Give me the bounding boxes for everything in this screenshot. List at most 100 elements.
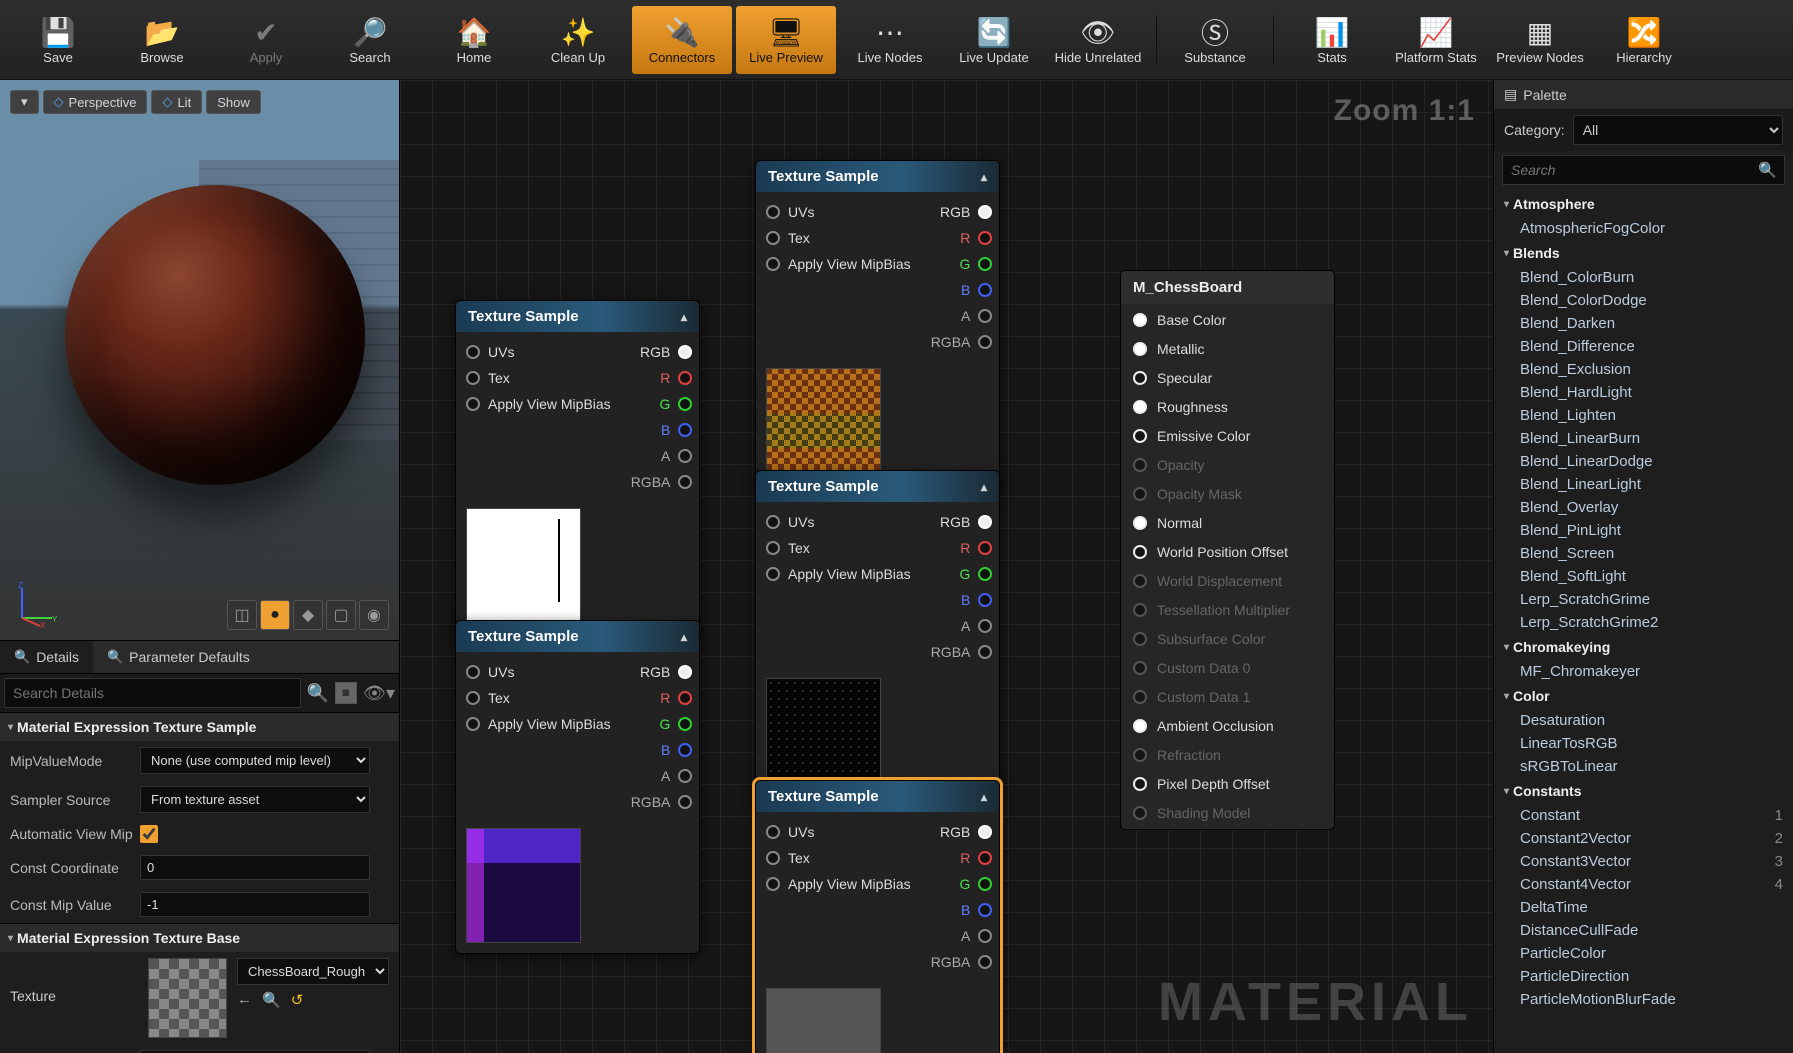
input-const-mip[interactable] (140, 892, 370, 917)
vp-mode-1[interactable]: ◫ (227, 600, 257, 630)
pin-out-a[interactable]: A (661, 448, 692, 464)
select-mipmode[interactable]: None (use computed mip level) (140, 747, 370, 774)
toolbar-live-nodes[interactable]: ⋯Live Nodes (840, 6, 940, 74)
palette-item[interactable]: Blend_LinearLight (1494, 473, 1793, 496)
pin-in-uvs[interactable]: UVs (766, 824, 814, 840)
mat-pin-base-color[interactable]: Base Color (1133, 312, 1322, 328)
vp-mode-5[interactable]: ◉ (359, 600, 389, 630)
pin-out-b[interactable]: B (961, 902, 992, 918)
texture-sample-node[interactable]: Texture Sample▴ UVsTexApply View MipBias… (455, 620, 700, 954)
toolbar-hide-unrelated[interactable]: 👁Hide Unrelated (1048, 6, 1148, 74)
palette-item[interactable]: DistanceCullFade (1494, 919, 1793, 942)
pin-in-apply-view-mipbias[interactable]: Apply View MipBias (466, 716, 611, 732)
pin-in-uvs[interactable]: UVs (766, 514, 814, 530)
category-tex-base[interactable]: ▾Material Expression Texture Base (0, 923, 399, 952)
mat-pin-ambient-occlusion[interactable]: Ambient Occlusion (1133, 718, 1322, 734)
toolbar-clean-up[interactable]: ✨Clean Up (528, 6, 628, 74)
mat-pin-world-position-offset[interactable]: World Position Offset (1133, 544, 1322, 560)
pin-in-tex[interactable]: Tex (766, 850, 810, 866)
toolbar-live-update[interactable]: 🔄Live Update (944, 6, 1044, 74)
pin-out-r[interactable]: R (660, 370, 692, 386)
vp-chip-show[interactable]: Show (206, 90, 261, 114)
mat-pin-specular[interactable]: Specular (1133, 370, 1322, 386)
palette-cat-chromakeying[interactable]: ▾Chromakeying (1494, 634, 1793, 660)
pin-out-rgb[interactable]: RGB (940, 514, 992, 530)
pin-in-apply-view-mipbias[interactable]: Apply View MipBias (466, 396, 611, 412)
toolbar-stats[interactable]: 📊Stats (1282, 6, 1382, 74)
palette-item[interactable]: Blend_LinearDodge (1494, 450, 1793, 473)
mat-pin-shading-model[interactable]: Shading Model (1133, 805, 1322, 821)
use-asset-icon[interactable]: ← (237, 991, 252, 1009)
palette-item[interactable]: sRGBToLinear (1494, 755, 1793, 778)
toolbar-substance[interactable]: ⓈSubstance (1165, 6, 1265, 74)
pin-out-b[interactable]: B (961, 282, 992, 298)
palette-category-select[interactable]: All (1573, 115, 1783, 145)
toolbar-live-preview[interactable]: 🖥Live Preview (736, 6, 836, 74)
palette-item[interactable]: Constant4Vector4 (1494, 873, 1793, 896)
pin-out-a[interactable]: A (961, 308, 992, 324)
pin-in-uvs[interactable]: UVs (466, 344, 514, 360)
input-const-coord[interactable] (140, 855, 370, 880)
pin-out-b[interactable]: B (961, 592, 992, 608)
palette-tab[interactable]: ▤Palette (1494, 80, 1793, 109)
palette-list[interactable]: ▾AtmosphereAtmosphericFogColor▾BlendsBle… (1494, 189, 1793, 1053)
pin-out-a[interactable]: A (961, 618, 992, 634)
palette-item[interactable]: MF_Chromakeyer (1494, 660, 1793, 683)
pin-out-rgb[interactable]: RGB (940, 204, 992, 220)
vp-chip-▾[interactable]: ▾ (10, 90, 39, 114)
preview-viewport[interactable]: ▾◇Perspective◇LitShow ZYX ◫ ● ◆ ▢ ◉ (0, 80, 399, 640)
palette-item[interactable]: Blend_Lighten (1494, 404, 1793, 427)
collapse-icon[interactable]: ▴ (981, 480, 987, 494)
palette-item[interactable]: Blend_Overlay (1494, 496, 1793, 519)
pin-in-apply-view-mipbias[interactable]: Apply View MipBias (766, 566, 911, 582)
mat-pin-world-displacement[interactable]: World Displacement (1133, 573, 1322, 589)
palette-cat-color[interactable]: ▾Color (1494, 683, 1793, 709)
texture-sample-node[interactable]: Texture Sample▴ UVsTexApply View MipBias… (755, 470, 1000, 804)
pin-out-rgb[interactable]: RGB (640, 664, 692, 680)
pin-out-g[interactable]: G (659, 716, 692, 732)
pin-out-r[interactable]: R (960, 540, 992, 556)
pin-out-b[interactable]: B (661, 742, 692, 758)
pin-out-r[interactable]: R (660, 690, 692, 706)
mat-pin-opacity-mask[interactable]: Opacity Mask (1133, 486, 1322, 502)
details-search[interactable] (4, 678, 301, 708)
palette-item[interactable]: Blend_LinearBurn (1494, 427, 1793, 450)
collapse-icon[interactable]: ▴ (981, 790, 987, 804)
pin-in-tex[interactable]: Tex (466, 690, 510, 706)
search-icon[interactable]: 🔍 (307, 683, 329, 704)
toolbar-browse[interactable]: 📂Browse (112, 6, 212, 74)
mat-pin-custom-data-0[interactable]: Custom Data 0 (1133, 660, 1322, 676)
mat-pin-emissive-color[interactable]: Emissive Color (1133, 428, 1322, 444)
palette-cat-blends[interactable]: ▾Blends (1494, 240, 1793, 266)
pin-in-uvs[interactable]: UVs (466, 664, 514, 680)
palette-item[interactable]: LinearTosRGB (1494, 732, 1793, 755)
toolbar-save[interactable]: 💾Save (8, 6, 108, 74)
toolbar-connectors[interactable]: 🔌Connectors (632, 6, 732, 74)
vp-mode-4[interactable]: ▢ (326, 600, 356, 630)
vp-chip-lit[interactable]: ◇Lit (151, 90, 202, 114)
mat-pin-normal[interactable]: Normal (1133, 515, 1322, 531)
palette-item[interactable]: Desaturation (1494, 709, 1793, 732)
grid-view-icon[interactable] (335, 682, 357, 704)
mat-pin-subsurface-color[interactable]: Subsurface Color (1133, 631, 1322, 647)
pin-out-rgb[interactable]: RGB (640, 344, 692, 360)
material-graph[interactable]: Zoom 1:1 MATERIAL Texture Sample▴ UVsTex… (400, 80, 1493, 1053)
reset-icon[interactable]: ↺ (291, 991, 304, 1009)
palette-item[interactable]: Blend_ColorDodge (1494, 289, 1793, 312)
pin-out-a[interactable]: A (961, 928, 992, 944)
select-texture-asset[interactable]: ChessBoard_Rough (237, 958, 389, 985)
pin-out-rgb[interactable]: RGB (940, 824, 992, 840)
pin-out-g[interactable]: G (959, 566, 992, 582)
select-sampler-source[interactable]: From texture asset (140, 786, 370, 813)
palette-cat-constants[interactable]: ▾Constants (1494, 778, 1793, 804)
palette-item[interactable]: Lerp_ScratchGrime (1494, 588, 1793, 611)
pin-out-rgba[interactable]: RGBA (931, 334, 993, 350)
toolbar-preview-nodes[interactable]: ▦Preview Nodes (1490, 6, 1590, 74)
vp-mode-2[interactable]: ● (260, 600, 290, 630)
mat-pin-metallic[interactable]: Metallic (1133, 341, 1322, 357)
palette-item[interactable]: Constant2Vector2 (1494, 827, 1793, 850)
pin-out-rgba[interactable]: RGBA (631, 474, 693, 490)
check-auto-mip[interactable] (140, 825, 158, 843)
texture-thumbnail[interactable] (148, 958, 227, 1038)
pin-out-r[interactable]: R (960, 850, 992, 866)
